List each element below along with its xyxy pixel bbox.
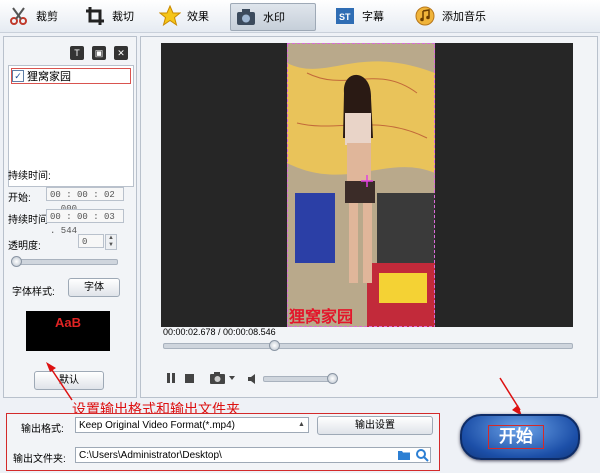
search-icon[interactable]: [415, 448, 429, 465]
toolbar-watermark[interactable]: 水印: [230, 3, 316, 31]
toolbar-label: 裁剪: [36, 11, 58, 23]
duration-time-field[interactable]: 00 : 00 : 03 . 544: [46, 209, 124, 236]
video-canvas: 狸窝家园: [161, 43, 573, 327]
watermark-preview: AaB: [26, 311, 110, 351]
seek-bar[interactable]: [163, 343, 573, 349]
scissors-icon: [8, 5, 30, 27]
opacity-input[interactable]: 0: [78, 234, 104, 248]
close-icon[interactable]: ✕: [114, 46, 128, 60]
opacity-label: 透明度:: [8, 241, 41, 252]
output-folder-field[interactable]: C:\Users\Administrator\Desktop\: [75, 447, 431, 463]
toolbar-label: 水印: [263, 12, 285, 24]
list-item[interactable]: ✓ 狸窝家园: [11, 68, 131, 84]
watermark-item-label: 狸窝家园: [27, 71, 71, 83]
add-image-watermark-icon[interactable]: ▣: [92, 46, 106, 60]
watermark-panel: T ▣ ✕ ✓ 狸窝家园 持续时间: 开始: 00 : 00 : 02 . 00…: [3, 36, 137, 398]
svg-text:ST: ST: [339, 12, 351, 22]
toolbar-crop[interactable]: 裁切: [80, 3, 138, 29]
duration-label: 持续时间: [8, 215, 48, 226]
opacity-stepper[interactable]: ▲ ▼: [105, 234, 117, 250]
start-label: 开始:: [8, 193, 31, 204]
toolbar-crop-trim[interactable]: 裁剪: [4, 3, 62, 29]
font-style-label: 字体样式:: [12, 287, 55, 298]
video-watermark-overlay: 狸窝家园: [289, 307, 354, 326]
opacity-slider[interactable]: [12, 259, 118, 265]
folder-icon[interactable]: [397, 449, 411, 464]
video-frame: 狸窝家园: [287, 43, 435, 327]
format-label: 输出格式:: [21, 424, 64, 435]
toolbar-label: 添加音乐: [442, 11, 486, 23]
output-settings-button[interactable]: 输出设置: [317, 416, 433, 435]
toolbar-label: 字幕: [362, 11, 384, 23]
time-readout: 00:00:02.678 / 00:00:08.546: [163, 327, 276, 337]
add-text-watermark-icon[interactable]: T: [70, 46, 84, 60]
format-select[interactable]: Keep Original Video Format(*.mp4): [75, 417, 309, 433]
crop-icon: [84, 5, 106, 27]
toolbar-add-music[interactable]: 添加音乐: [410, 3, 490, 29]
toolbar: 裁剪 裁切 效果 水印 ST 字幕 添加音乐: [0, 0, 600, 33]
toolbar-label: 效果: [187, 11, 209, 23]
seek-bar-thumb[interactable]: [269, 340, 281, 351]
start-time-field[interactable]: 00 : 00 : 02 . 000: [46, 187, 124, 214]
subtitle-icon: ST: [334, 5, 356, 27]
opacity-slider-thumb[interactable]: [11, 256, 22, 267]
output-settings: 输出格式: Keep Original Video Format(*.mp4) …: [6, 413, 440, 471]
checkbox[interactable]: ✓: [12, 70, 24, 82]
music-icon: [414, 5, 436, 27]
font-button[interactable]: 字体: [68, 278, 120, 297]
chevron-down-icon[interactable]: ▲: [295, 418, 308, 432]
folder-label: 输出文件夹:: [13, 454, 66, 465]
start-button-label: 开始: [488, 425, 544, 449]
video-player: 狸窝家园 00:00:02.678 / 00:00:08.546: [140, 36, 598, 398]
star-effect-icon: [159, 5, 181, 27]
start-button[interactable]: 开始: [460, 414, 580, 460]
toolbar-label: 裁切: [112, 11, 134, 23]
toolbar-subtitle[interactable]: ST 字幕: [330, 3, 388, 29]
watermark-icon: [235, 6, 257, 28]
toolbar-effects[interactable]: 效果: [155, 3, 213, 29]
duration-heading: 持续时间:: [8, 171, 51, 182]
